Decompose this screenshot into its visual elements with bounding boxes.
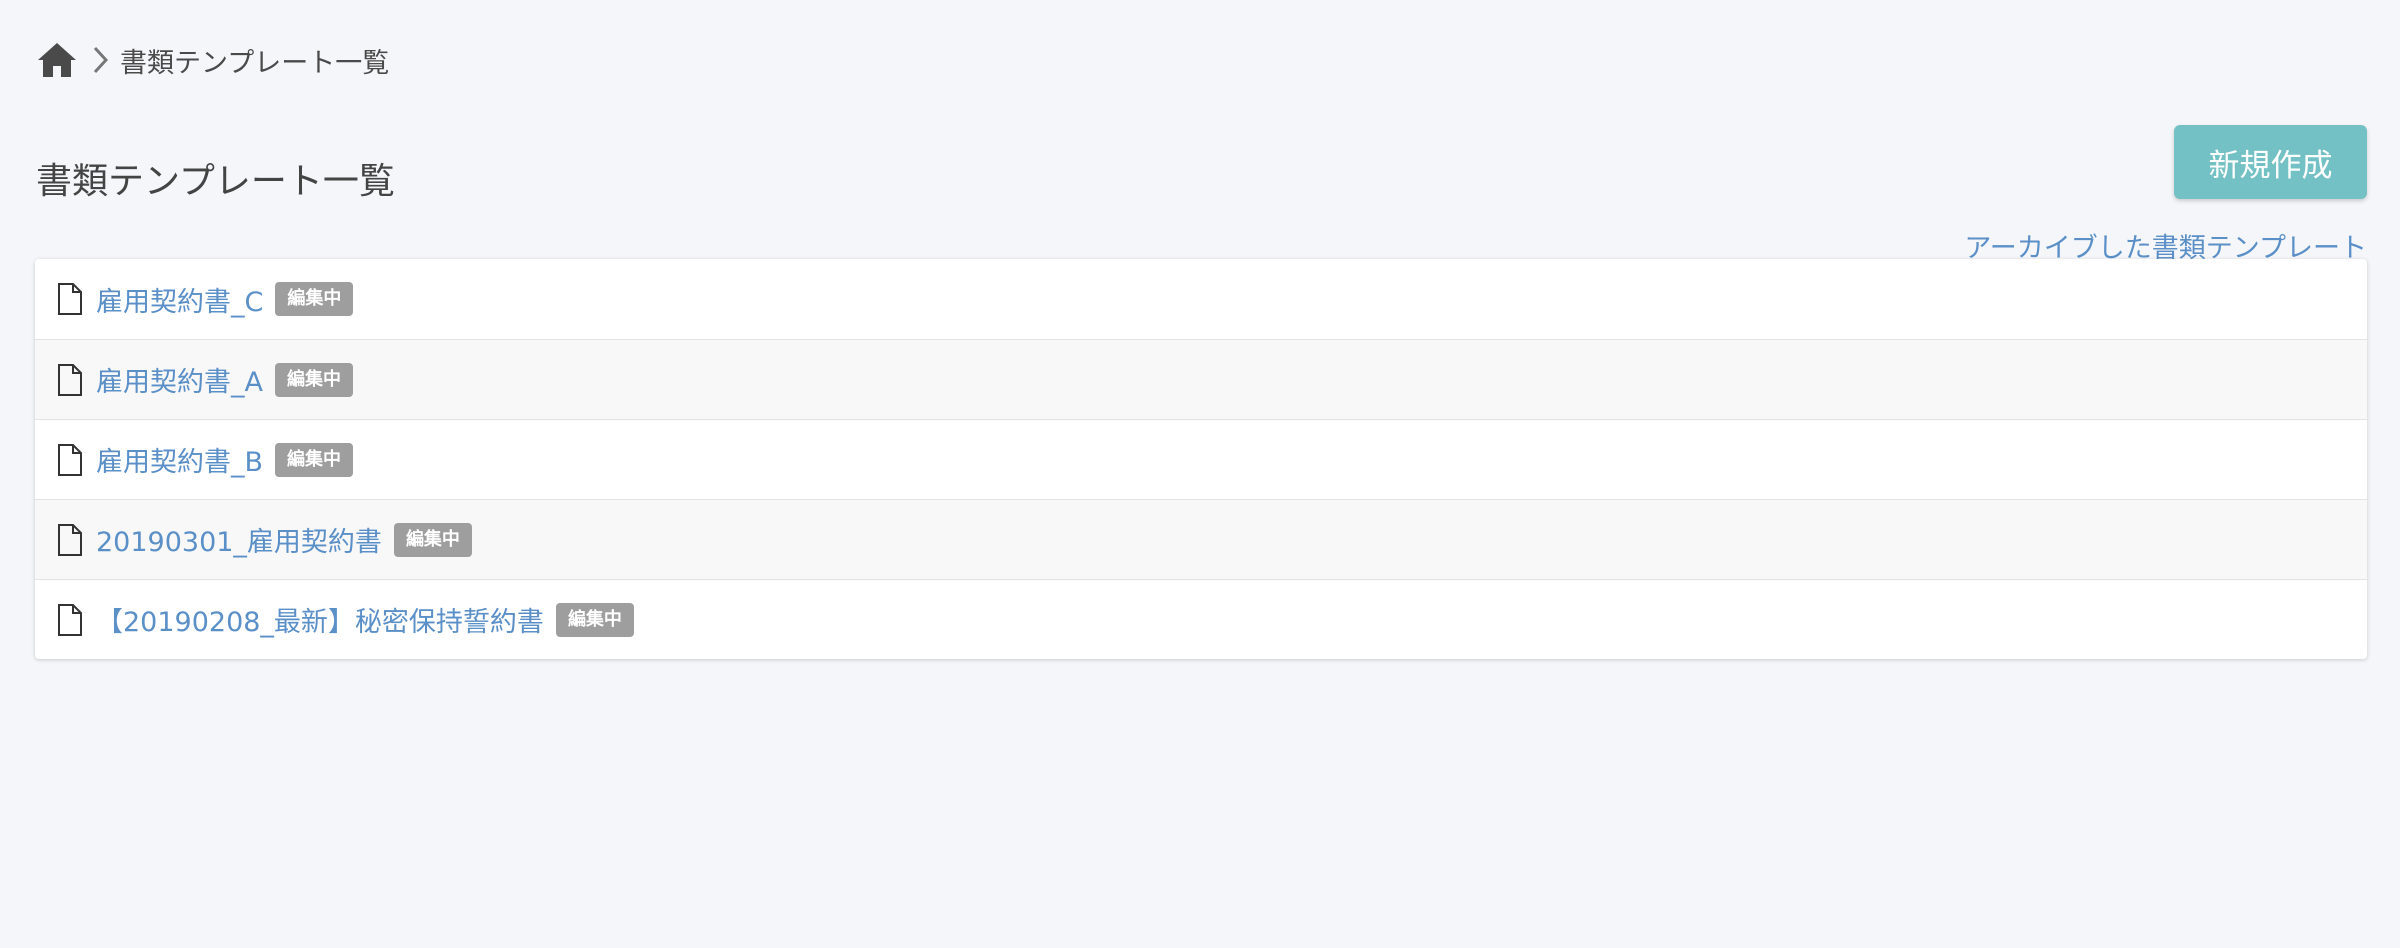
- breadcrumb: 書類テンプレート一覧: [36, 38, 389, 82]
- list-item: 【20190208_最新】秘密保持誓約書 編集中: [35, 579, 2367, 659]
- status-badge: 編集中: [275, 442, 354, 477]
- document-icon: [56, 363, 84, 397]
- list-item: 20190301_雇用契約書 編集中: [35, 499, 2367, 579]
- status-badge: 編集中: [555, 602, 634, 637]
- chevron-right-icon: [90, 44, 112, 76]
- new-template-button[interactable]: 新規作成: [2174, 125, 2367, 199]
- list-item: 雇用契約書_B 編集中: [35, 419, 2367, 499]
- template-link[interactable]: 雇用契約書_C: [96, 280, 263, 319]
- list-item: 雇用契約書_A 編集中: [35, 339, 2367, 419]
- status-badge: 編集中: [275, 282, 354, 316]
- breadcrumb-current: 書類テンプレート一覧: [120, 47, 390, 79]
- page-title: 書類テンプレート一覧: [36, 161, 395, 202]
- template-link[interactable]: 20190301_雇用契約書: [96, 520, 382, 559]
- document-icon: [56, 523, 84, 557]
- status-badge: 編集中: [274, 362, 353, 397]
- template-link[interactable]: 雇用契約書_B: [96, 440, 263, 479]
- template-link[interactable]: 雇用契約書_A: [96, 360, 263, 399]
- document-icon: [56, 443, 84, 477]
- list-item: 雇用契約書_C 編集中: [35, 259, 2367, 339]
- home-icon[interactable]: [36, 40, 78, 80]
- template-list: 雇用契約書_C 編集中 雇用契約書_A 編集中 雇用契約書_B 編集中 2019…: [35, 259, 2367, 659]
- document-icon: [56, 603, 84, 637]
- status-badge: 編集中: [393, 522, 472, 557]
- document-icon: [56, 282, 84, 316]
- template-link[interactable]: 【20190208_最新】秘密保持誓約書: [96, 600, 544, 639]
